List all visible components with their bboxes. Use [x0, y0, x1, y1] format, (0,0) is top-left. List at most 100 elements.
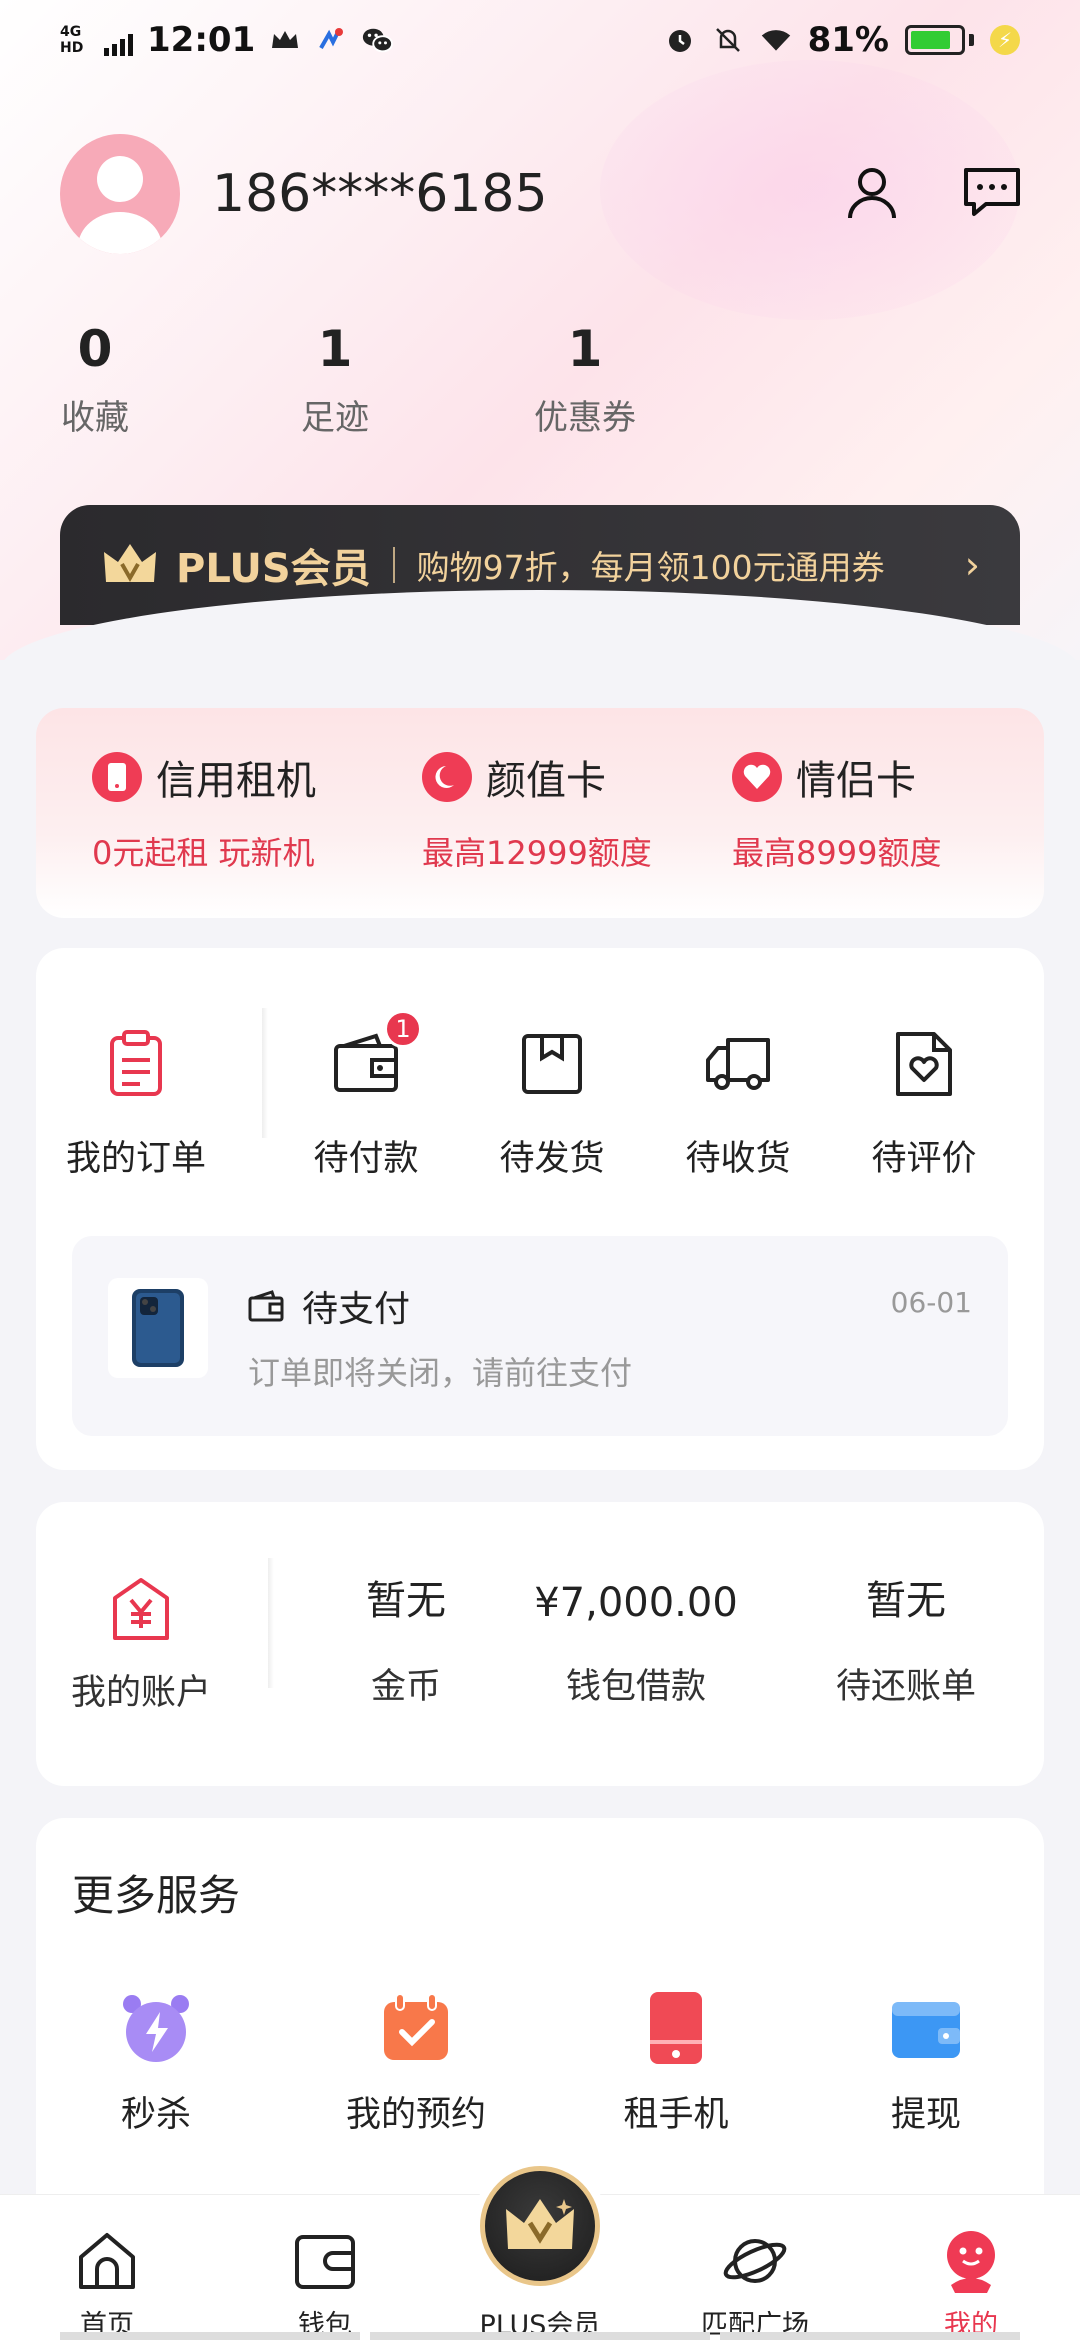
tab-wallet[interactable]: 钱包 — [280, 2195, 370, 2340]
divider — [262, 1008, 268, 1138]
wifi-icon — [760, 24, 792, 56]
wallet-loan-item[interactable]: ¥7,000.00 钱包借款 — [526, 1566, 746, 1709]
stat-number: 1 — [567, 320, 603, 378]
pending-shipment-button[interactable]: 待发货 — [492, 1028, 612, 1181]
coins-item[interactable]: 暂无 金币 — [336, 1566, 476, 1709]
tab-mine[interactable]: 我的 — [926, 2195, 1016, 2340]
status-bar: 4G HD 12:01 81% ⚡ — [0, 0, 1080, 80]
mute-icon — [712, 24, 744, 56]
user-phone: 186****6185 — [212, 164, 548, 224]
account-value: 暂无 — [366, 1578, 446, 1624]
pending-title-text: 待支付 — [302, 1289, 411, 1330]
stat-coupons[interactable]: 1 优惠券 — [500, 320, 670, 439]
stat-favorites[interactable]: 0 收藏 — [30, 320, 160, 439]
promo-subtitle: 最高8999额度 — [732, 834, 942, 872]
withdraw-button[interactable]: 提现 — [866, 1990, 986, 2137]
pending-order-item[interactable]: 待支付 06-01 订单即将关闭，请前往支付 — [72, 1236, 1008, 1436]
phone-icon — [638, 1990, 714, 2066]
stat-label: 收藏 — [61, 398, 129, 438]
flash-sale-button[interactable]: 秒杀 — [96, 1990, 216, 2137]
promo-couple-card[interactable]: 情侣卡 最高8999额度 — [732, 748, 1032, 918]
order-label: 待收货 — [685, 1139, 791, 1179]
account-label: 我的账户 — [70, 1673, 211, 1713]
my-orders-button[interactable]: 我的订单 — [66, 1028, 206, 1181]
service-label: 租手机 — [623, 2095, 729, 2135]
promo-title: 颜值卡 — [486, 758, 606, 804]
alarm-icon — [664, 24, 696, 56]
network-label: 4G HD — [60, 24, 84, 56]
tab-home[interactable]: 首页 — [62, 2195, 152, 2340]
service-label: 秒杀 — [120, 2095, 191, 2135]
plus-crown-icon — [480, 2166, 600, 2286]
pending-title: 待支付 — [248, 1280, 410, 1332]
wallet-icon: 1 — [330, 1010, 422, 1100]
face-icon — [422, 752, 472, 802]
account-label: 待还账单 — [835, 1667, 976, 1707]
my-account-button[interactable]: 我的账户 — [66, 1572, 216, 1715]
gesture-bar — [720, 2332, 1020, 2340]
my-appointment-button[interactable]: 我的预约 — [336, 1990, 496, 2137]
gesture-bar — [370, 2332, 710, 2340]
order-label: 待付款 — [313, 1139, 419, 1179]
service-label: 提现 — [890, 2095, 961, 2135]
promo-subtitle: 最高12999额度 — [422, 834, 652, 872]
plus-title: PLUS会员 — [176, 546, 371, 592]
promo-title: 情侣卡 — [796, 758, 916, 804]
chevron-right-icon: › — [964, 543, 980, 587]
wallet-icon — [291, 2227, 359, 2295]
flash-sale-icon — [118, 1990, 194, 2066]
pending-review-button[interactable]: 待评价 — [864, 1028, 984, 1181]
service-label: 我的预约 — [345, 2095, 486, 2135]
divider — [268, 1558, 274, 1688]
product-thumbnail — [108, 1278, 208, 1378]
wallet-card-icon — [888, 1990, 964, 2066]
charging-icon: ⚡ — [990, 25, 1020, 55]
message-icon[interactable] — [960, 160, 1024, 224]
stat-label: 优惠券 — [534, 398, 636, 438]
account-card: 我的账户 暂无 金币 ¥7,000.00 钱包借款 暂无 待还账单 — [36, 1502, 1044, 1786]
mine-icon — [937, 2227, 1005, 2295]
wallet-icon — [248, 1290, 284, 1322]
app-notification-icon — [315, 24, 347, 56]
promo-subtitle: 0元起租 玩新机 — [92, 834, 315, 872]
crown-icon — [269, 24, 301, 56]
pending-description: 订单即将关闭，请前往支付 — [248, 1354, 633, 1392]
order-label: 待发货 — [499, 1139, 605, 1179]
profile-section[interactable]: 186****6185 — [60, 134, 548, 254]
notification-badge: 1 — [384, 1010, 422, 1048]
plus-divider — [392, 547, 395, 583]
user-settings-icon[interactable] — [840, 160, 904, 224]
signal-icon: 4G HD — [60, 24, 133, 56]
stat-footprints[interactable]: 1 足迹 — [270, 320, 400, 439]
status-time: 12:01 — [147, 20, 256, 60]
pending-payment-button[interactable]: 1 待付款 — [306, 1010, 426, 1181]
stat-label: 足迹 — [301, 398, 369, 438]
wechat-icon — [361, 24, 394, 56]
pending-bill-item[interactable]: 暂无 待还账单 — [816, 1566, 996, 1709]
plus-member-tab-button[interactable] — [472, 2158, 608, 2294]
gesture-bar — [60, 2332, 360, 2340]
account-value: ¥7,000.00 — [534, 1580, 738, 1626]
plus-crown-icon — [100, 540, 160, 590]
promo-card: 信用租机 0元起租 玩新机 颜值卡 最高12999额度 情侣卡 最高8999额度 — [36, 708, 1044, 918]
order-label: 待评价 — [871, 1139, 977, 1179]
tab-match-square[interactable]: 匹配广场 — [690, 2195, 820, 2340]
review-icon — [888, 1028, 960, 1100]
promo-beauty-card[interactable]: 颜值卡 最高12999额度 — [422, 748, 732, 918]
promo-title: 信用租机 — [156, 758, 316, 804]
avatar[interactable] — [60, 134, 180, 254]
pending-date: 06-01 — [890, 1286, 972, 1319]
heart-icon — [732, 752, 782, 802]
stat-number: 1 — [317, 320, 353, 378]
promo-credit-rental[interactable]: 信用租机 0元起租 玩新机 — [92, 748, 422, 918]
account-icon — [109, 1572, 173, 1642]
clipboard-icon — [100, 1028, 172, 1100]
pending-receipt-button[interactable]: 待收货 — [678, 1028, 798, 1181]
calendar-icon — [378, 1990, 454, 2066]
plus-text: 购物97折，每月领100元通用券 — [416, 548, 885, 587]
rent-phone-button[interactable]: 租手机 — [606, 1990, 746, 2137]
planet-icon — [721, 2227, 789, 2295]
account-label: 金币 — [370, 1667, 441, 1707]
home-icon — [73, 2227, 141, 2295]
phone-icon — [92, 752, 142, 802]
